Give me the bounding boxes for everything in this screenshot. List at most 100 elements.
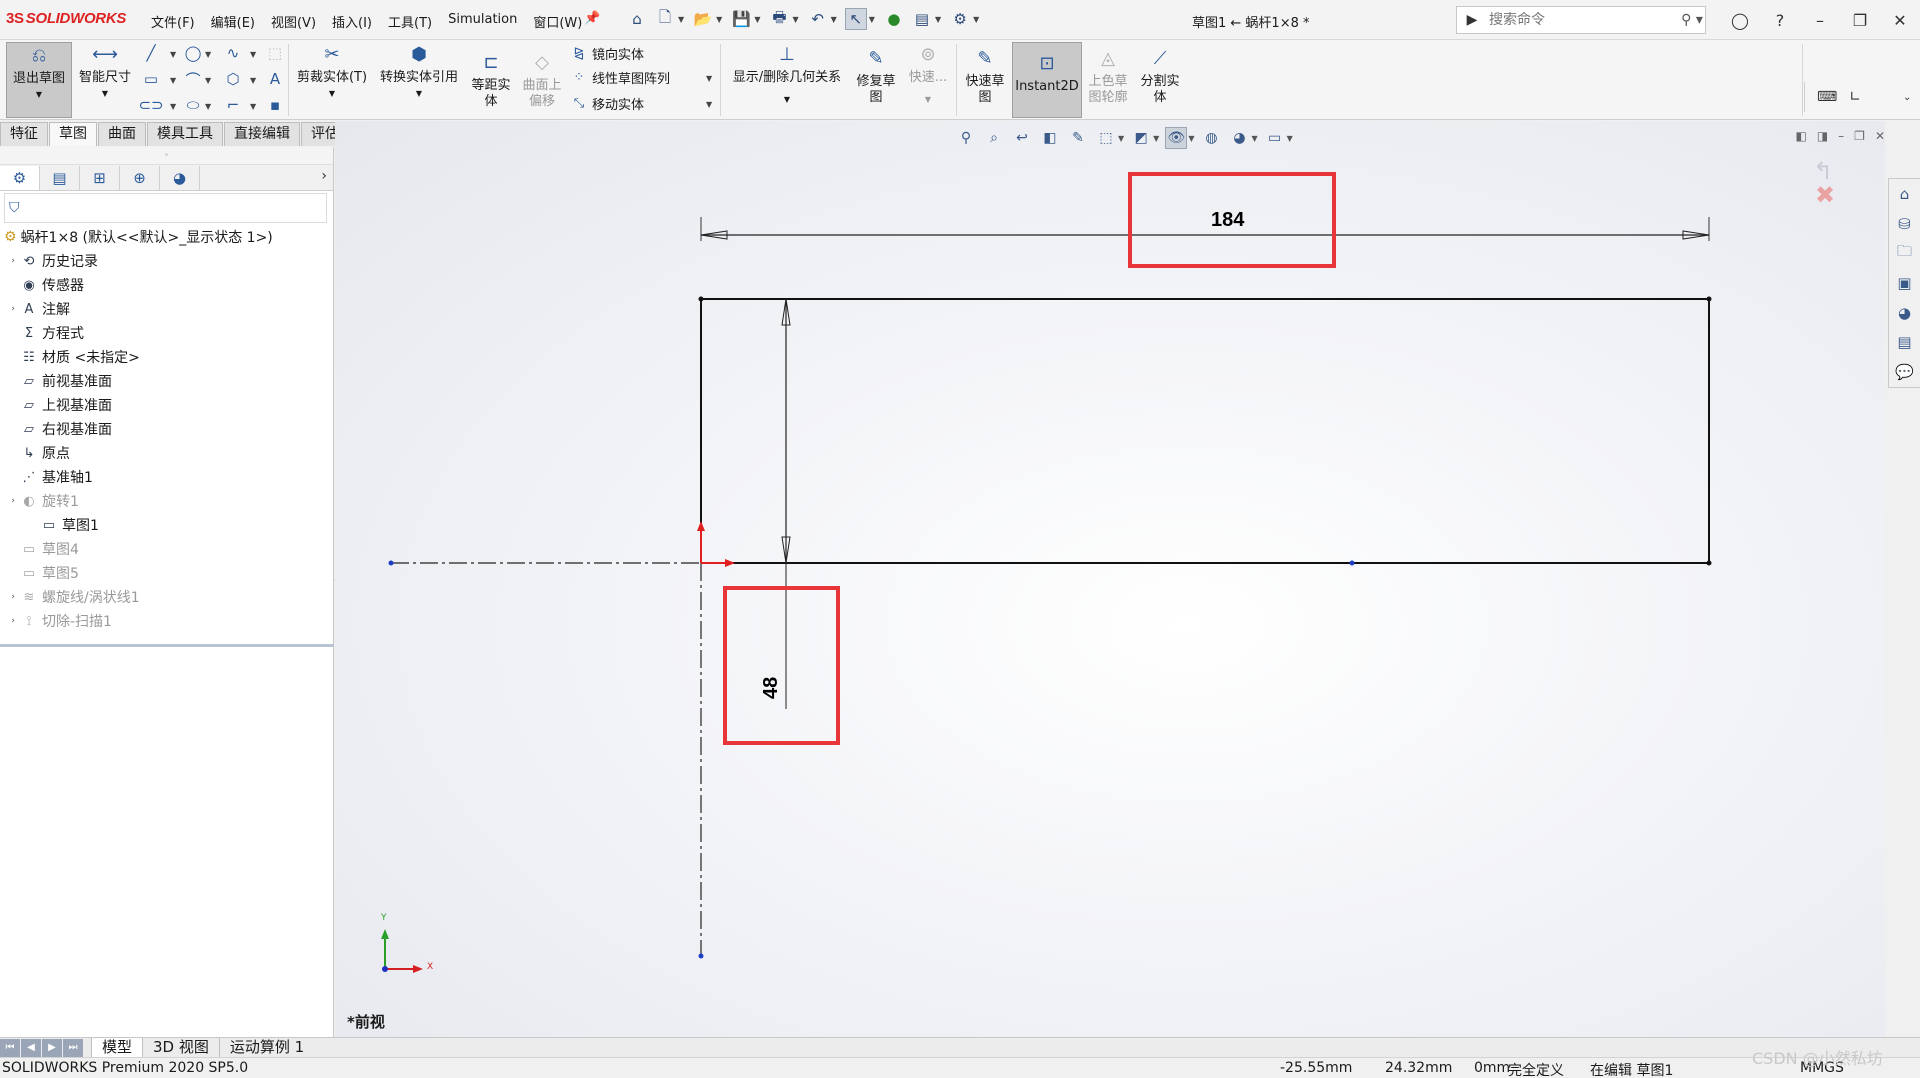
sketch-midpoint[interactable] xyxy=(1349,560,1355,566)
edit-appearance-icon[interactable]: ◍ xyxy=(1200,127,1222,149)
tree-item[interactable]: ▱ 右视基准面 xyxy=(0,417,333,441)
tab-item[interactable]: 模具工具 xyxy=(147,122,223,146)
chevron-down-icon[interactable]: ▼ xyxy=(1118,134,1124,143)
new-document-icon[interactable]: 🗋 xyxy=(654,8,676,30)
help-icon[interactable]: ? xyxy=(1760,0,1800,40)
tab-item[interactable]: 曲面 xyxy=(98,122,146,146)
appearances-icon[interactable]: ◕ xyxy=(1891,298,1919,328)
chevron-down-icon[interactable]: ▼ xyxy=(1188,134,1194,143)
search-icon[interactable]: ⚲ ▾ xyxy=(1679,12,1705,28)
undo-icon[interactable]: ↶ xyxy=(807,8,829,30)
search-commands-box[interactable]: ▶ ⚲ ▾ xyxy=(1456,6,1706,34)
chevron-down-icon[interactable]: ▼ xyxy=(250,50,256,59)
fillet-icon[interactable]: ⌐ xyxy=(224,96,242,114)
display-manager-icon[interactable]: ◕ xyxy=(160,165,200,190)
chevron-down-icon[interactable]: ▼ xyxy=(36,87,42,103)
print-icon[interactable]: 🖶 xyxy=(768,8,790,30)
chevron-down-icon[interactable]: ▼ xyxy=(973,15,979,24)
arc-icon[interactable]: ⌒ xyxy=(184,70,202,89)
file-properties-icon[interactable]: ▤ xyxy=(911,8,933,30)
menu-item[interactable]: 文件(F) xyxy=(143,12,203,31)
hide-show-items-icon[interactable]: 👁 xyxy=(1165,127,1188,149)
chevron-down-icon[interactable]: ▼ xyxy=(329,86,335,102)
tree-item[interactable]: › ◐ 旋转1 xyxy=(0,489,333,513)
tree-item[interactable]: ◉ 传感器 xyxy=(0,273,333,297)
menu-item[interactable]: 视图(V) xyxy=(263,12,324,31)
configuration-manager-icon[interactable]: ⊞ xyxy=(80,165,120,190)
chevron-down-icon[interactable]: ▼ xyxy=(831,15,837,24)
point-icon[interactable]: ▪ xyxy=(266,96,284,114)
slot-icon[interactable]: ⊂⊃ xyxy=(138,96,163,114)
chevron-down-icon[interactable]: ▼ xyxy=(784,92,790,108)
tree-item[interactable]: › ⟟ 切除-扫描1 xyxy=(0,609,333,633)
restore-icon[interactable]: ❐ xyxy=(1840,0,1880,40)
tree-filter[interactable]: ⛉ xyxy=(4,193,327,223)
chevron-down-icon[interactable]: ▼ xyxy=(205,102,211,111)
tree-item[interactable]: › A 注解 xyxy=(0,297,333,321)
chevron-down-icon[interactable]: ▼ xyxy=(1251,134,1257,143)
restore-icon[interactable]: ❐ xyxy=(1854,129,1865,143)
sketch-point[interactable] xyxy=(698,296,704,302)
centerline-endpoint[interactable] xyxy=(388,560,394,566)
instant2d-button[interactable]: ⊡ Instant2D xyxy=(1012,42,1082,118)
first-tab-icon[interactable]: ⏮ xyxy=(0,1038,20,1057)
zoom-to-fit-icon[interactable]: ⚲ xyxy=(955,127,977,149)
rapid-sketch-button[interactable]: ✎ 快速草 图 xyxy=(960,46,1010,106)
next-tab-icon[interactable]: ▶ xyxy=(42,1038,62,1057)
offset-on-surface-button[interactable]: ◇ 曲面上 偏移 xyxy=(518,50,566,110)
zoom-to-area-icon[interactable]: ⌕ xyxy=(983,127,1005,149)
chevron-down-icon[interactable]: ▼ xyxy=(706,100,712,109)
quick-snaps-button[interactable]: ⊚ 快速... ▼ xyxy=(904,42,952,108)
repair-sketch-button[interactable]: ✎ 修复草 图 xyxy=(850,46,902,106)
spline-icon[interactable]: ∿ xyxy=(224,44,242,62)
circle-icon[interactable]: ◯ xyxy=(184,44,202,62)
smart-dimension-button[interactable]: ⟷ 智能尺寸 ▼ xyxy=(76,42,134,102)
sketch-point[interactable] xyxy=(1706,560,1712,566)
minimize-icon[interactable]: – xyxy=(1838,129,1844,143)
chevron-down-icon[interactable]: ▼ xyxy=(925,92,931,108)
move-entities-button[interactable]: ⤡ 移动实体 xyxy=(570,94,644,113)
file-explorer-icon[interactable]: 🗀 xyxy=(1891,238,1919,268)
tile-right-icon[interactable]: ◨ xyxy=(1817,129,1828,143)
text-icon[interactable]: A xyxy=(266,70,284,88)
rectangle-icon[interactable]: ▭ xyxy=(142,70,160,88)
tree-item[interactable]: ☷ 材质 <未指定> xyxy=(0,345,333,369)
display-style-icon[interactable]: ◩ xyxy=(1130,127,1152,149)
tree-item[interactable]: ▱ 前视基准面 xyxy=(0,369,333,393)
expand-arrow-icon[interactable]: › xyxy=(6,496,20,506)
chevron-down-icon[interactable]: ▼ xyxy=(250,102,256,111)
apply-scene-icon[interactable]: ◕ xyxy=(1228,127,1250,149)
collapse-ribbon-icon[interactable]: ⌄ xyxy=(1903,92,1911,103)
expand-arrow-icon[interactable]: › xyxy=(6,304,20,314)
sketch-canvas[interactable] xyxy=(335,121,1885,1037)
options-gear-icon[interactable]: ⚙ xyxy=(949,8,971,30)
minimize-icon[interactable]: – xyxy=(1800,0,1840,40)
chevron-down-icon[interactable]: ▼ xyxy=(754,15,760,24)
centerline-endpoint[interactable] xyxy=(698,953,704,959)
ellipse-icon[interactable]: ⬭ xyxy=(184,96,202,114)
polygon-icon[interactable]: ⬡ xyxy=(224,70,242,88)
bottom-tab[interactable]: 3D 视图 xyxy=(142,1037,219,1058)
chevron-down-icon[interactable]: ▼ xyxy=(1153,134,1159,143)
close-icon[interactable]: ✕ xyxy=(1875,129,1885,143)
tab-item[interactable]: 特征 xyxy=(0,122,48,146)
offset-entities-button[interactable]: ⊏ 等距实 体 xyxy=(466,50,516,110)
convert-entities-button[interactable]: ⬢ 转换实体引用 ▼ xyxy=(374,42,464,102)
tree-item[interactable]: ⋰ 基准轴1 xyxy=(0,465,333,489)
bottom-tab[interactable]: 运动算例 1 xyxy=(218,1037,314,1058)
dimxpert-manager-icon[interactable]: ⊕ xyxy=(120,165,160,190)
feature-manager-tree-icon[interactable]: ⚙ xyxy=(0,165,40,190)
user-account-icon[interactable]: ◯ xyxy=(1720,0,1760,40)
tree-item[interactable]: ▭ 草图5 xyxy=(0,561,333,585)
expand-arrow-icon[interactable]: › xyxy=(6,256,20,266)
custom-properties-icon[interactable]: ▤ xyxy=(1891,328,1919,358)
save-icon[interactable]: 💾 xyxy=(730,8,752,30)
chevron-right-icon[interactable]: › xyxy=(321,168,327,184)
rollback-bar[interactable] xyxy=(0,644,334,647)
sketch-point[interactable] xyxy=(1706,296,1712,302)
tab-sketch[interactable]: 草图 xyxy=(49,122,97,146)
search-input[interactable] xyxy=(1489,12,1679,28)
pin-menu-icon[interactable]: 📌 xyxy=(584,11,600,26)
menu-item[interactable]: 窗口(W) xyxy=(525,12,590,31)
tree-root-part[interactable]: ⚙ 蜗杆1×8 (默认<<默认>_显示状态 1>) xyxy=(0,225,333,249)
